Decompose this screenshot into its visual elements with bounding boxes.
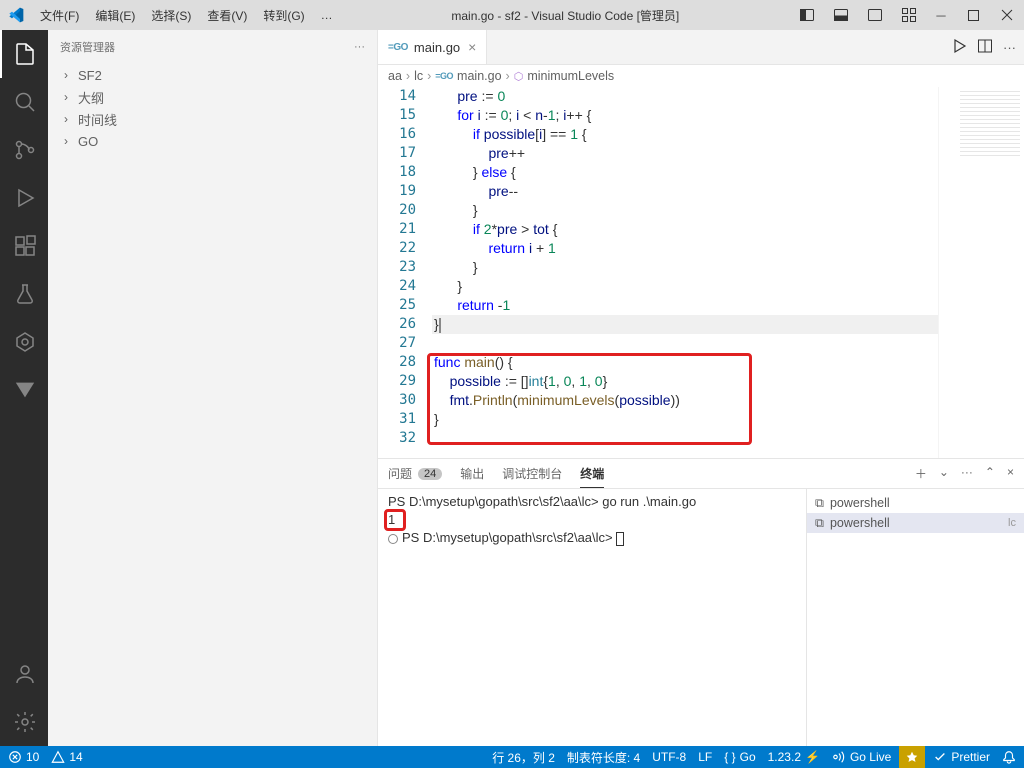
filter-icon[interactable] (0, 366, 48, 414)
tree-item-outline[interactable]: ›大纲 (56, 86, 369, 108)
run-debug-icon[interactable] (0, 174, 48, 222)
tab-main-go[interactable]: =GO main.go × (378, 30, 487, 64)
menu-more[interactable]: … (313, 8, 341, 22)
status-prettier[interactable]: Prettier (933, 750, 990, 764)
extensions-icon[interactable] (0, 222, 48, 270)
status-indentation[interactable]: 制表符长度: 4 (567, 749, 640, 766)
tree-item-go[interactable]: ›GO (56, 130, 369, 152)
status-bar: 10 14 行 26，列 2 制表符长度: 4 UTF-8 LF { }Go 1… (0, 746, 1024, 768)
terminal-item-1[interactable]: ⧉powershell (807, 493, 1024, 513)
terminal[interactable]: PS D:\mysetup\gopath\src\sf2\aa\lc> go r… (378, 489, 806, 746)
terminal-line: PS D:\mysetup\gopath\src\sf2\aa\lc> (388, 529, 796, 547)
tree-item-sf2[interactable]: ›SF2 (56, 64, 369, 86)
layout-secondary-sidebar-icon[interactable] (858, 0, 892, 30)
title-bar: 文件(F) 编辑(E) 选择(S) 查看(V) 转到(G) … main.go … (0, 0, 1024, 30)
code-content[interactable]: pre := 0 for i := 0; i < n-1; i++ { if p… (432, 87, 938, 458)
status-encoding[interactable]: UTF-8 (652, 750, 686, 764)
source-control-icon[interactable] (0, 126, 48, 174)
window-minimize[interactable]: ─ (926, 0, 956, 30)
menu-file[interactable]: 文件(F) (32, 7, 87, 24)
status-notifications-icon[interactable] (1002, 750, 1016, 764)
panel-tab-terminal[interactable]: 终端 (580, 459, 604, 488)
explorer-icon[interactable] (0, 30, 48, 78)
status-go-live[interactable]: Go Live (832, 750, 891, 764)
cloud-icon[interactable] (0, 318, 48, 366)
panel: 问题24 输出 调试控制台 终端 ＋ ⌄ ··· ⌃ × PS D:\myset… (378, 458, 1024, 746)
panel-tab-output[interactable]: 输出 (460, 459, 484, 488)
sidebar: 资源管理器 ··· ›SF2 ›大纲 ›时间线 ›GO (48, 30, 378, 746)
highlight-annotation (384, 509, 406, 531)
split-editor-icon[interactable] (977, 38, 993, 57)
new-terminal-icon[interactable]: ＋ (915, 465, 927, 482)
customize-layout-icon[interactable] (892, 0, 926, 30)
testing-icon[interactable] (0, 270, 48, 318)
accounts-icon[interactable] (0, 650, 48, 698)
window-maximize[interactable] (956, 0, 990, 30)
run-icon[interactable] (951, 38, 967, 57)
function-icon: ⬡ (514, 70, 524, 83)
terminal-dropdown-icon[interactable]: ⌄ (939, 465, 949, 482)
status-go-version[interactable]: 1.23.2⚡ (768, 750, 820, 764)
panel-tab-problems[interactable]: 问题24 (388, 459, 442, 488)
panel-tab-debug[interactable]: 调试控制台 (502, 459, 562, 488)
tree-item-timeline[interactable]: ›时间线 (56, 108, 369, 130)
sidebar-title: 资源管理器 (60, 39, 354, 55)
editor-more-icon[interactable]: ··· (1003, 40, 1016, 55)
sidebar-more-icon[interactable]: ··· (354, 41, 365, 53)
editor[interactable]: 14151617181920212223242526272829303132 p… (378, 87, 1024, 458)
window-title: main.go - sf2 - Visual Studio Code [管理员] (341, 7, 790, 24)
minimap[interactable] (938, 87, 1024, 458)
panel-close-icon[interactable]: × (1007, 465, 1014, 482)
status-warnings[interactable]: 14 (51, 750, 82, 764)
go-file-icon: =GO (435, 71, 453, 81)
go-file-icon: =GO (388, 42, 408, 53)
highlight-annotation (427, 353, 752, 445)
settings-icon[interactable] (0, 698, 48, 746)
vscode-logo (8, 7, 24, 23)
menu-goto[interactable]: 转到(G) (255, 7, 312, 24)
panel-more-icon[interactable]: ··· (961, 465, 973, 482)
status-errors[interactable]: 10 (8, 750, 39, 764)
terminal-item-2[interactable]: ⧉powershelllc (807, 513, 1024, 533)
menu-select[interactable]: 选择(S) (143, 7, 199, 24)
status-cursor-position[interactable]: 行 26，列 2 (492, 749, 555, 766)
search-icon[interactable] (0, 78, 48, 126)
terminal-list: ⧉powershell ⧉powershelllc (806, 489, 1024, 746)
activity-bar (0, 30, 48, 746)
menu-edit[interactable]: 编辑(E) (87, 7, 143, 24)
tab-close-icon[interactable]: × (468, 39, 476, 55)
menu-view[interactable]: 查看(V) (199, 7, 255, 24)
status-eol[interactable]: LF (698, 750, 712, 764)
layout-primary-sidebar-icon[interactable] (790, 0, 824, 30)
window-close[interactable] (990, 0, 1024, 30)
status-codewhisperer[interactable] (899, 746, 925, 768)
panel-maximize-icon[interactable]: ⌃ (985, 465, 995, 482)
status-language[interactable]: { }Go (724, 750, 755, 764)
terminal-line: PS D:\mysetup\gopath\src\sf2\aa\lc> go r… (388, 493, 796, 511)
line-numbers: 14151617181920212223242526272829303132 (378, 87, 432, 458)
breadcrumb[interactable]: aa› lc› =GOmain.go› ⬡minimumLevels (378, 65, 1024, 87)
layout-panel-icon[interactable] (824, 0, 858, 30)
editor-tabs: =GO main.go × ··· (378, 30, 1024, 65)
